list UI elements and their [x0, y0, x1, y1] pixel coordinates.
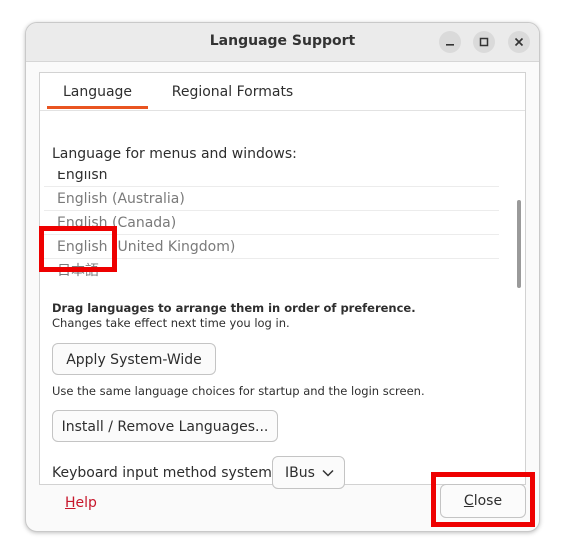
- keyboard-input-label: Keyboard input method system:: [52, 465, 277, 481]
- content-panel: Language Regional Formats Language for m…: [39, 72, 526, 489]
- apply-note: Use the same language choices for startu…: [52, 384, 425, 398]
- maximize-button[interactable]: [473, 31, 495, 53]
- highlight-japanese-item: [39, 226, 117, 272]
- help-label: elp: [75, 495, 97, 511]
- language-heading: Language for menus and windows:: [52, 146, 297, 162]
- window-title: Language Support: [209, 33, 356, 49]
- minimize-button[interactable]: [439, 31, 461, 53]
- minimize-icon: [446, 44, 454, 46]
- keyboard-input-combo[interactable]: IBus: [272, 456, 345, 489]
- list-item[interactable]: English (Australia): [44, 187, 499, 211]
- chevron-down-icon: [322, 469, 334, 477]
- install-remove-languages-button[interactable]: Install / Remove Languages...: [52, 410, 278, 442]
- maximize-icon: [479, 37, 489, 47]
- language-support-window: Language Support Language Regional Forma…: [25, 22, 540, 532]
- keyboard-input-value: IBus: [285, 465, 315, 481]
- close-icon: [514, 37, 524, 47]
- tab-bar: Language Regional Formats: [40, 73, 525, 111]
- drag-hint: Drag languages to arrange them in order …: [52, 301, 416, 315]
- highlight-close-button: [431, 472, 535, 527]
- drag-hint-note: Changes take effect next time you log in…: [52, 316, 290, 330]
- list-scrollbar[interactable]: [517, 200, 521, 288]
- apply-system-wide-button[interactable]: Apply System-Wide: [52, 343, 216, 375]
- list-item[interactable]: English: [44, 171, 499, 187]
- close-window-button[interactable]: [508, 31, 530, 53]
- help-button[interactable]: Help: [65, 495, 97, 511]
- help-mnemonic: H: [65, 495, 76, 511]
- tab-regional-formats[interactable]: Regional Formats: [160, 73, 305, 109]
- title-bar[interactable]: Language Support: [26, 23, 539, 62]
- tab-language[interactable]: Language: [47, 73, 148, 109]
